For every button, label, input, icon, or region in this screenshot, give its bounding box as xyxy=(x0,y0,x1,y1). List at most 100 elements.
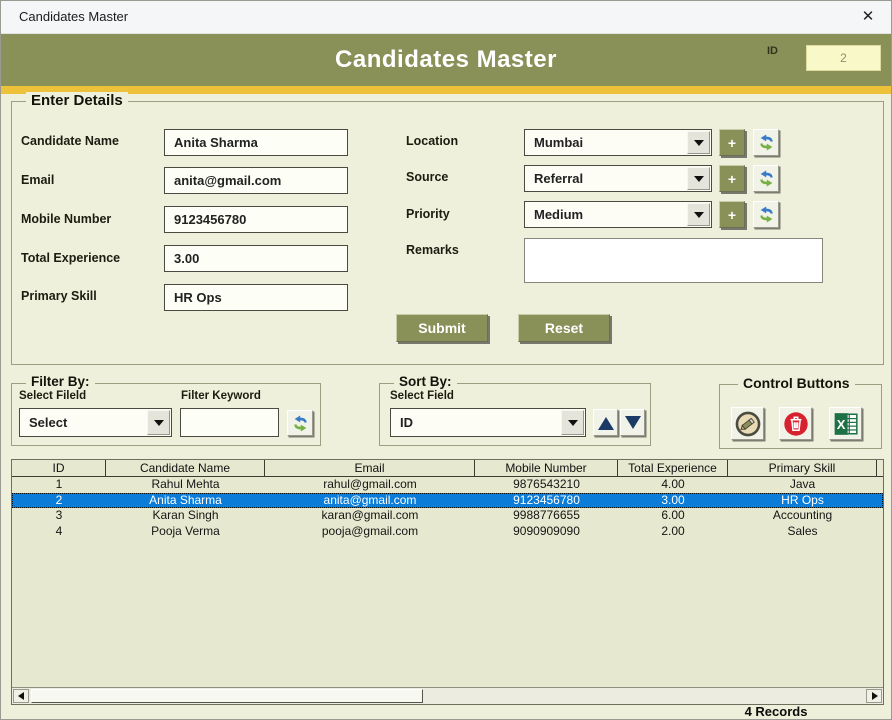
candidates-master-window: Candidates Master ✕ Candidates Master ID… xyxy=(0,0,892,720)
table-cell: 9988776655 xyxy=(475,508,618,524)
location-label: Location xyxy=(406,134,458,148)
id-value-box[interactable]: 2 xyxy=(806,45,881,71)
table-cell-filler xyxy=(877,524,883,540)
source-combobox[interactable]: Referral xyxy=(524,165,712,192)
priority-value: Medium xyxy=(525,202,686,227)
apply-filter-button[interactable] xyxy=(287,410,313,436)
column-header[interactable]: Mobile Number xyxy=(475,460,618,476)
sort-descending-button[interactable] xyxy=(620,409,645,436)
primary-skill-field[interactable] xyxy=(164,284,348,311)
close-icon[interactable]: ✕ xyxy=(845,1,891,33)
table-cell: pooja@gmail.com xyxy=(265,524,475,540)
scroll-left-arrow-icon[interactable] xyxy=(13,689,29,703)
refresh-icon xyxy=(757,169,776,188)
mobile-number-field[interactable] xyxy=(164,206,348,233)
filter-field-label: Select Fileld xyxy=(19,390,86,402)
column-header[interactable]: Candidate Name xyxy=(106,460,265,476)
table-row[interactable]: 3Karan Singhkaran@gmail.com99887766556.0… xyxy=(12,508,883,524)
table-cell: 9090909090 xyxy=(475,524,618,540)
sort-field-label: Select Field xyxy=(390,390,454,402)
chevron-down-icon[interactable] xyxy=(561,410,584,435)
table-cell: 9876543210 xyxy=(475,477,618,493)
filter-field-value: Select xyxy=(20,409,146,436)
table-cell: 4 xyxy=(12,524,106,540)
svg-text:X: X xyxy=(836,416,845,431)
submit-button[interactable]: Submit xyxy=(396,314,488,342)
table-cell: 2.00 xyxy=(618,524,728,540)
add-location-button[interactable]: + xyxy=(719,129,745,156)
email-label: Email xyxy=(21,173,54,187)
remarks-field[interactable] xyxy=(524,238,823,283)
location-combobox[interactable]: Mumbai xyxy=(524,129,712,156)
priority-label: Priority xyxy=(406,207,450,221)
candidates-list[interactable]: IDCandidate NameEmailMobile NumberTotal … xyxy=(11,459,884,705)
table-cell: karan@gmail.com xyxy=(265,508,475,524)
table-cell: 1 xyxy=(12,477,106,493)
id-label: ID xyxy=(767,45,778,57)
primary-skill-label: Primary Skill xyxy=(21,289,97,303)
add-source-button[interactable]: + xyxy=(719,165,745,192)
sort-by-legend: Sort By: xyxy=(394,374,457,389)
table-cell: 2 xyxy=(12,493,106,509)
sort-field-combobox[interactable]: ID xyxy=(390,408,586,437)
email-field[interactable] xyxy=(164,167,348,194)
refresh-source-button[interactable] xyxy=(753,165,779,192)
refresh-icon xyxy=(757,205,776,224)
table-cell: 3 xyxy=(12,508,106,524)
table-row[interactable]: 2Anita Sharmaanita@gmail.com91234567803.… xyxy=(12,493,883,509)
filter-keyword-input[interactable] xyxy=(180,408,279,437)
table-cell: Karan Singh xyxy=(106,508,265,524)
edit-button[interactable] xyxy=(731,407,764,440)
table-cell: anita@gmail.com xyxy=(265,493,475,509)
table-cell: HR Ops xyxy=(728,493,877,509)
excel-icon: X xyxy=(833,411,859,437)
scroll-right-arrow-icon[interactable] xyxy=(866,689,882,703)
record-count: 4 Records xyxy=(641,704,892,719)
candidate-name-label: Candidate Name xyxy=(21,134,119,148)
column-header[interactable]: Primary Skill xyxy=(728,460,877,476)
table-cell-filler xyxy=(877,493,883,509)
table-cell: Pooja Verma xyxy=(106,524,265,540)
chevron-down-icon[interactable] xyxy=(687,167,710,190)
table-header-row: IDCandidate NameEmailMobile NumberTotal … xyxy=(12,460,883,477)
control-buttons-legend: Control Buttons xyxy=(738,375,855,391)
priority-combobox[interactable]: Medium xyxy=(524,201,712,228)
table-cell-filler xyxy=(877,508,883,524)
table-cell: Sales xyxy=(728,524,877,540)
table-cell: Accounting xyxy=(728,508,877,524)
table-rows: 1Rahul Mehtarahul@gmail.com98765432104.0… xyxy=(12,477,883,539)
reset-button[interactable]: Reset xyxy=(518,314,610,342)
total-experience-field[interactable] xyxy=(164,245,348,272)
column-header-filler xyxy=(877,460,883,476)
filter-field-combobox[interactable]: Select xyxy=(19,408,172,437)
export-excel-button[interactable]: X xyxy=(829,407,862,440)
horizontal-scrollbar[interactable] xyxy=(12,687,883,704)
table-row[interactable]: 1Rahul Mehtarahul@gmail.com98765432104.0… xyxy=(12,477,883,493)
filter-by-legend: Filter By: xyxy=(26,374,95,389)
chevron-down-icon[interactable] xyxy=(687,203,710,226)
table-cell: Anita Sharma xyxy=(106,493,265,509)
chevron-down-icon[interactable] xyxy=(687,131,710,154)
table-cell: rahul@gmail.com xyxy=(265,477,475,493)
table-cell: 3.00 xyxy=(618,493,728,509)
column-header[interactable]: ID xyxy=(12,460,106,476)
table-row[interactable]: 4Pooja Vermapooja@gmail.com90909090902.0… xyxy=(12,524,883,540)
location-value: Mumbai xyxy=(525,130,686,155)
refresh-location-button[interactable] xyxy=(753,129,779,156)
refresh-icon xyxy=(757,133,776,152)
add-priority-button[interactable]: + xyxy=(719,201,745,228)
table-cell-filler xyxy=(877,477,883,493)
window-titlebar: Candidates Master ✕ xyxy=(1,1,891,34)
trash-icon xyxy=(783,411,809,437)
delete-button[interactable] xyxy=(779,407,812,440)
column-header[interactable]: Total Experience xyxy=(618,460,728,476)
candidate-name-field[interactable] xyxy=(164,129,348,156)
scrollbar-thumb[interactable] xyxy=(31,689,423,703)
table-cell: 6.00 xyxy=(618,508,728,524)
chevron-down-icon[interactable] xyxy=(147,410,170,435)
refresh-priority-button[interactable] xyxy=(753,201,779,228)
table-cell: Java xyxy=(728,477,877,493)
sort-ascending-button[interactable] xyxy=(593,409,618,436)
edit-pencil-icon xyxy=(735,411,761,437)
column-header[interactable]: Email xyxy=(265,460,475,476)
